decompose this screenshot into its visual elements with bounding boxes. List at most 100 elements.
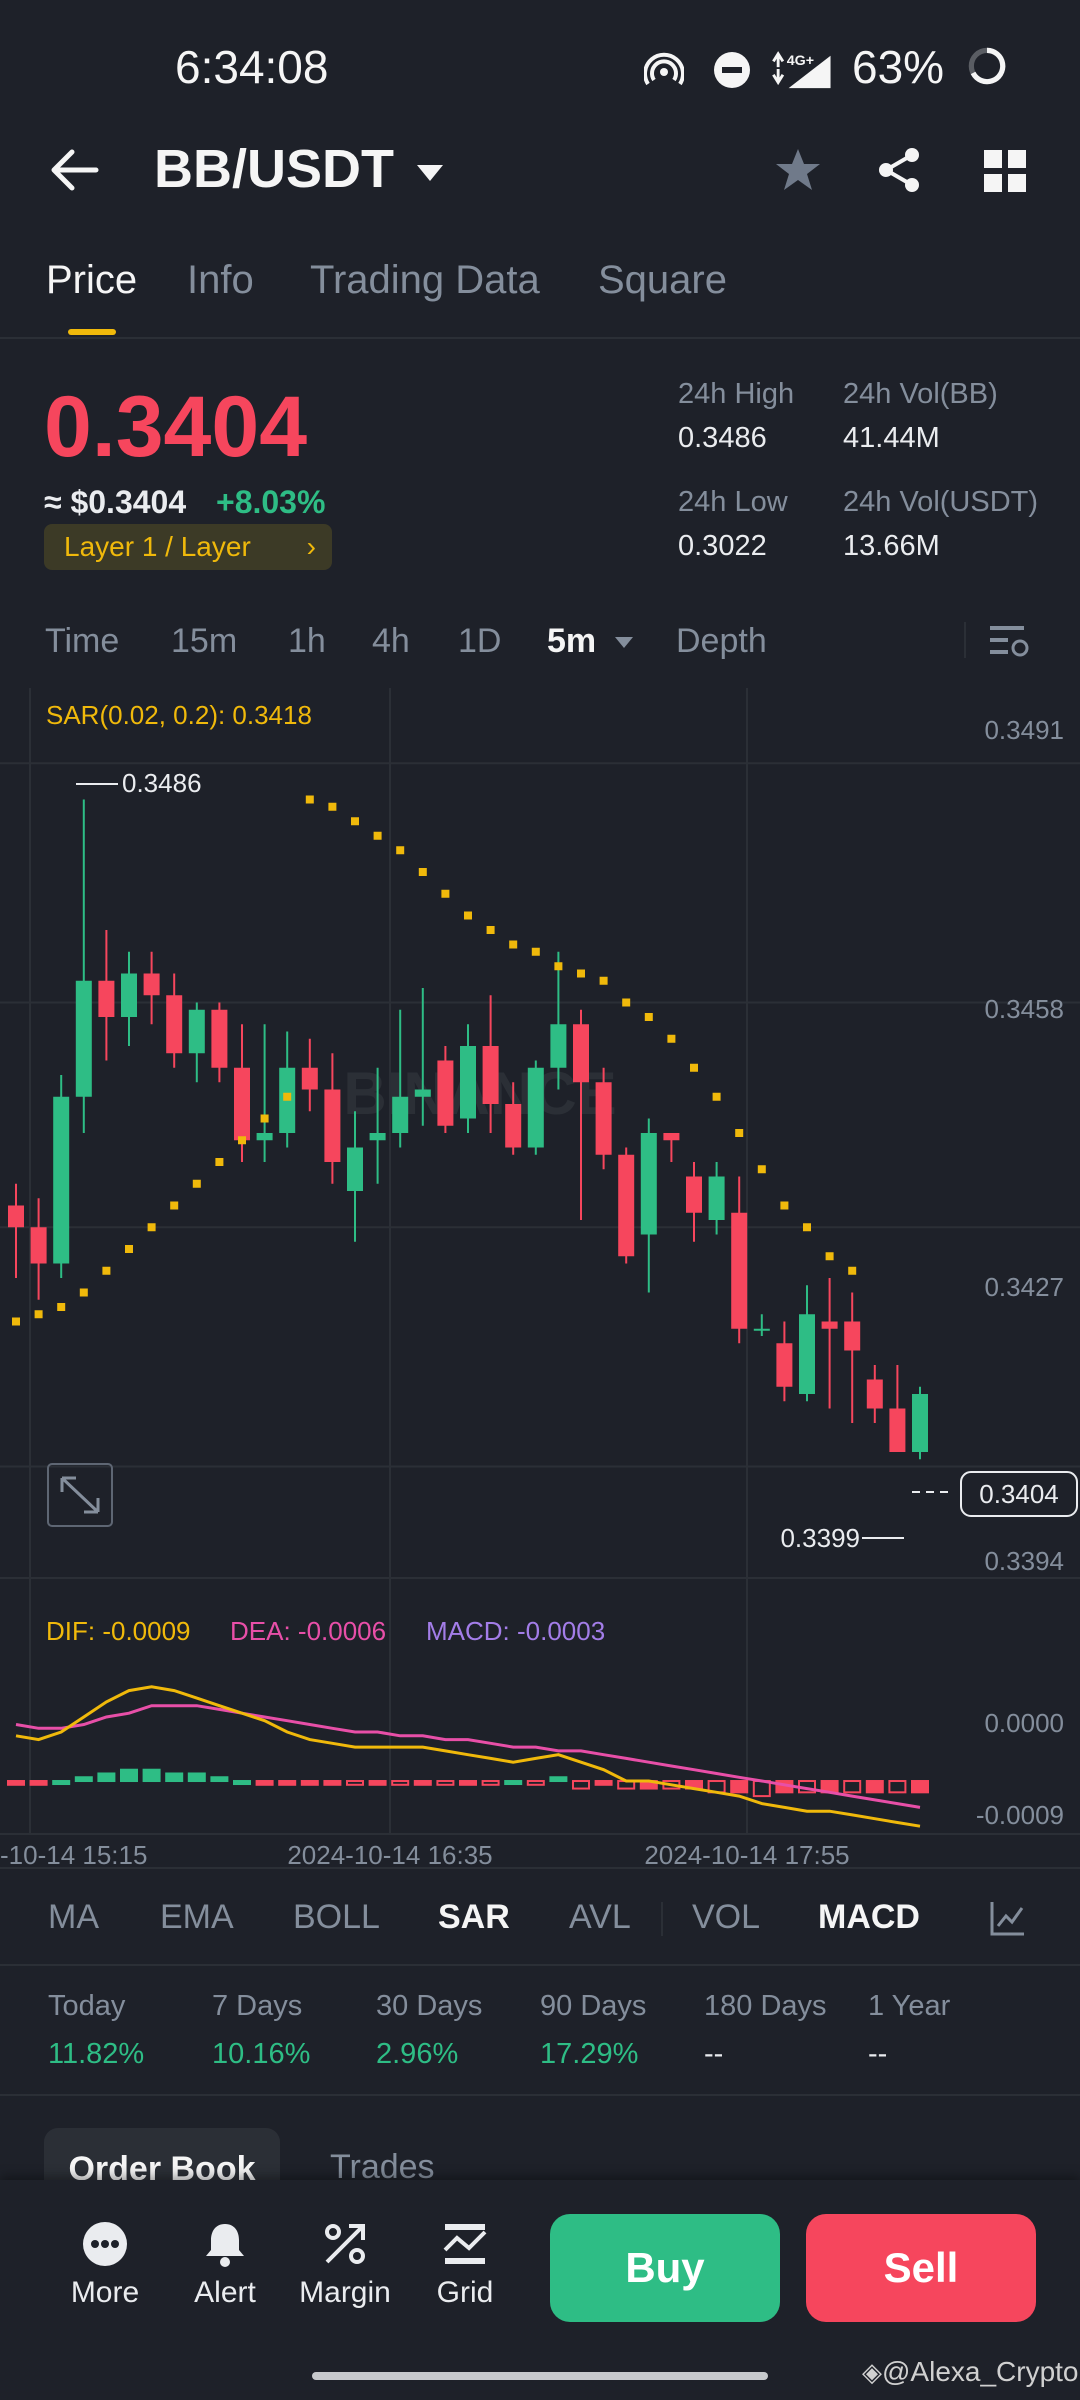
- candle-body: [53, 1096, 70, 1264]
- candle-body: [30, 1227, 47, 1264]
- macd-value-label: MACD: -0.0003: [426, 1616, 605, 1646]
- macd-bar: [549, 1776, 568, 1783]
- indicator-sar[interactable]: SAR: [438, 1898, 510, 1937]
- low-marker-value: 0.3399: [780, 1523, 860, 1553]
- macd-bar: [481, 1780, 500, 1786]
- candle-body: [234, 1067, 250, 1141]
- macd-bar: [120, 1768, 138, 1783]
- candle-body: [188, 1009, 205, 1054]
- high-marker-value: 0.3486: [122, 768, 202, 798]
- tab-trading-data[interactable]: Trading Data: [310, 258, 540, 303]
- stat-high-label: 24h High: [678, 378, 795, 410]
- home-indicator[interactable]: [312, 2372, 768, 2380]
- candle-body: [821, 1321, 838, 1329]
- margin-label: Margin: [299, 2276, 391, 2309]
- sar-dot: [780, 1201, 789, 1210]
- candle-body: [731, 1212, 748, 1329]
- macd-bar: [165, 1772, 184, 1783]
- bell-icon: [206, 2224, 244, 2267]
- indicator-ma[interactable]: MA: [48, 1898, 99, 1937]
- perf-value-today: 11.82%: [48, 2038, 145, 2070]
- indicator-boll[interactable]: BOLL: [293, 1898, 380, 1937]
- indicator-avl[interactable]: AVL: [569, 1898, 631, 1937]
- price-tick: 0.3458: [984, 994, 1064, 1024]
- macd-bar: [459, 1780, 477, 1786]
- macd-bar: [911, 1780, 929, 1794]
- grid-menu-icon[interactable]: [984, 150, 1026, 192]
- timeframe-4h[interactable]: 4h: [372, 622, 410, 661]
- macd-bar: [255, 1780, 274, 1786]
- macd-bar: [97, 1772, 116, 1783]
- timeframe-time[interactable]: Time: [45, 622, 119, 661]
- macd-bar: [323, 1780, 342, 1786]
- candle-body: [776, 1343, 793, 1387]
- sar-dot: [192, 1179, 201, 1188]
- pair-selector[interactable]: BB/USDT: [154, 138, 445, 200]
- sar-dot: [147, 1223, 156, 1232]
- back-arrow-icon[interactable]: [50, 148, 100, 192]
- sar-dot: [757, 1165, 766, 1174]
- candle-body: [866, 1379, 883, 1409]
- candle-body: [505, 1104, 522, 1148]
- sar-dot: [260, 1114, 269, 1123]
- grid-button[interactable]: Grid: [410, 2220, 520, 2310]
- macd-bar: [572, 1780, 590, 1790]
- stat-low-value: 0.3022: [678, 530, 767, 562]
- macd-bar: [52, 1780, 71, 1786]
- credit-text: @Alexa_Crypto: [882, 2356, 1079, 2387]
- macd-bar: [888, 1780, 907, 1794]
- last-price: 0.3404: [44, 379, 308, 475]
- buy-button[interactable]: Buy: [550, 2214, 780, 2322]
- chart-settings-icon[interactable]: [990, 624, 1030, 660]
- timeframe-1h[interactable]: 1h: [288, 622, 326, 661]
- margin-button[interactable]: Margin: [290, 2220, 400, 2310]
- macd-bar: [526, 1780, 545, 1786]
- macd-histogram: [7, 1768, 929, 1798]
- candle-body: [573, 1024, 589, 1083]
- stat-vol-quote-value: 13.66M: [843, 530, 940, 562]
- indicator-ema[interactable]: EMA: [160, 1898, 234, 1937]
- indicator-settings-icon[interactable]: [990, 1900, 1026, 1936]
- timeframe-depth[interactable]: Depth: [676, 622, 767, 661]
- candle-body: [324, 1089, 341, 1162]
- sar-dot: [373, 831, 382, 840]
- alert-label: Alert: [194, 2276, 256, 2309]
- pair-name: BB/USDT: [154, 139, 394, 199]
- sar-dot: [396, 846, 405, 855]
- timeframe-1d[interactable]: 1D: [458, 622, 501, 661]
- sar-dot: [644, 1013, 653, 1021]
- stat-high-value: 0.3486: [678, 422, 767, 454]
- alert-button[interactable]: Alert: [170, 2220, 280, 2310]
- expand-chart-button[interactable]: [47, 1463, 113, 1527]
- perf-label-1y: 1 Year: [868, 1990, 951, 2022]
- indicator-macd[interactable]: MACD: [818, 1898, 920, 1937]
- stat-vol-base-label: 24h Vol(BB): [843, 378, 998, 410]
- tab-square[interactable]: Square: [598, 258, 727, 303]
- price-tick: 0.3427: [984, 1272, 1064, 1302]
- category-tag[interactable]: Layer 1 / Layer ›: [44, 524, 332, 570]
- candle-body: [414, 1089, 431, 1097]
- macd-bar: [187, 1772, 206, 1783]
- more-button[interactable]: More: [50, 2220, 160, 2310]
- macd-bar: [368, 1780, 387, 1786]
- macd-bar: [346, 1780, 364, 1786]
- timeframe-5m[interactable]: 5m: [547, 622, 634, 661]
- sell-button[interactable]: Sell: [806, 2214, 1036, 2322]
- star-icon[interactable]: [774, 146, 822, 194]
- sar-dot: [125, 1245, 133, 1253]
- status-time: 6:34:08: [175, 41, 329, 93]
- more-icon: [83, 2222, 127, 2266]
- indicator-vol[interactable]: VOL: [692, 1898, 760, 1937]
- sar-dot: [351, 817, 359, 826]
- sar-dot: [735, 1129, 744, 1137]
- tab-price[interactable]: Price: [46, 258, 137, 303]
- share-icon[interactable]: [876, 146, 922, 194]
- perf-value-30d: 2.96%: [376, 2038, 459, 2070]
- tab-info[interactable]: Info: [187, 258, 254, 303]
- sar-dot: [486, 926, 495, 934]
- timeframe-15m[interactable]: 15m: [171, 622, 237, 661]
- price-chart[interactable]: BINANCE SAR(0.02, 0.2): 0.3418 0.3491 0.…: [0, 688, 1080, 1866]
- sar-dot: [690, 1063, 698, 1072]
- sar-dot: [305, 795, 314, 804]
- macd-bar: [233, 1780, 251, 1786]
